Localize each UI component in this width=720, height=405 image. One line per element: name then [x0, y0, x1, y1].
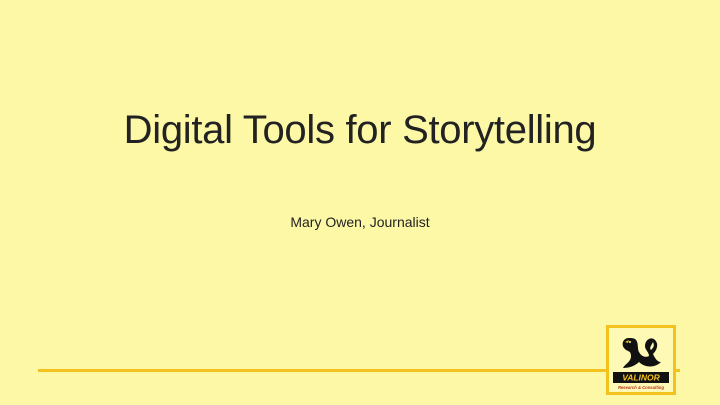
svg-text:VALINOR: VALINOR: [622, 373, 660, 383]
slide-title: Digital Tools for Storytelling: [123, 108, 597, 152]
svg-text:Research & Consulting: Research & Consulting: [618, 385, 665, 390]
slide-subtitle: Mary Owen, Journalist: [290, 214, 430, 230]
swan-icon: VALINOR Research & Consulting: [613, 338, 669, 390]
slide: Digital Tools for Storytelling Mary Owen…: [0, 0, 720, 405]
valinor-logo: VALINOR Research & Consulting: [606, 325, 676, 395]
accent-rule: [38, 369, 680, 372]
